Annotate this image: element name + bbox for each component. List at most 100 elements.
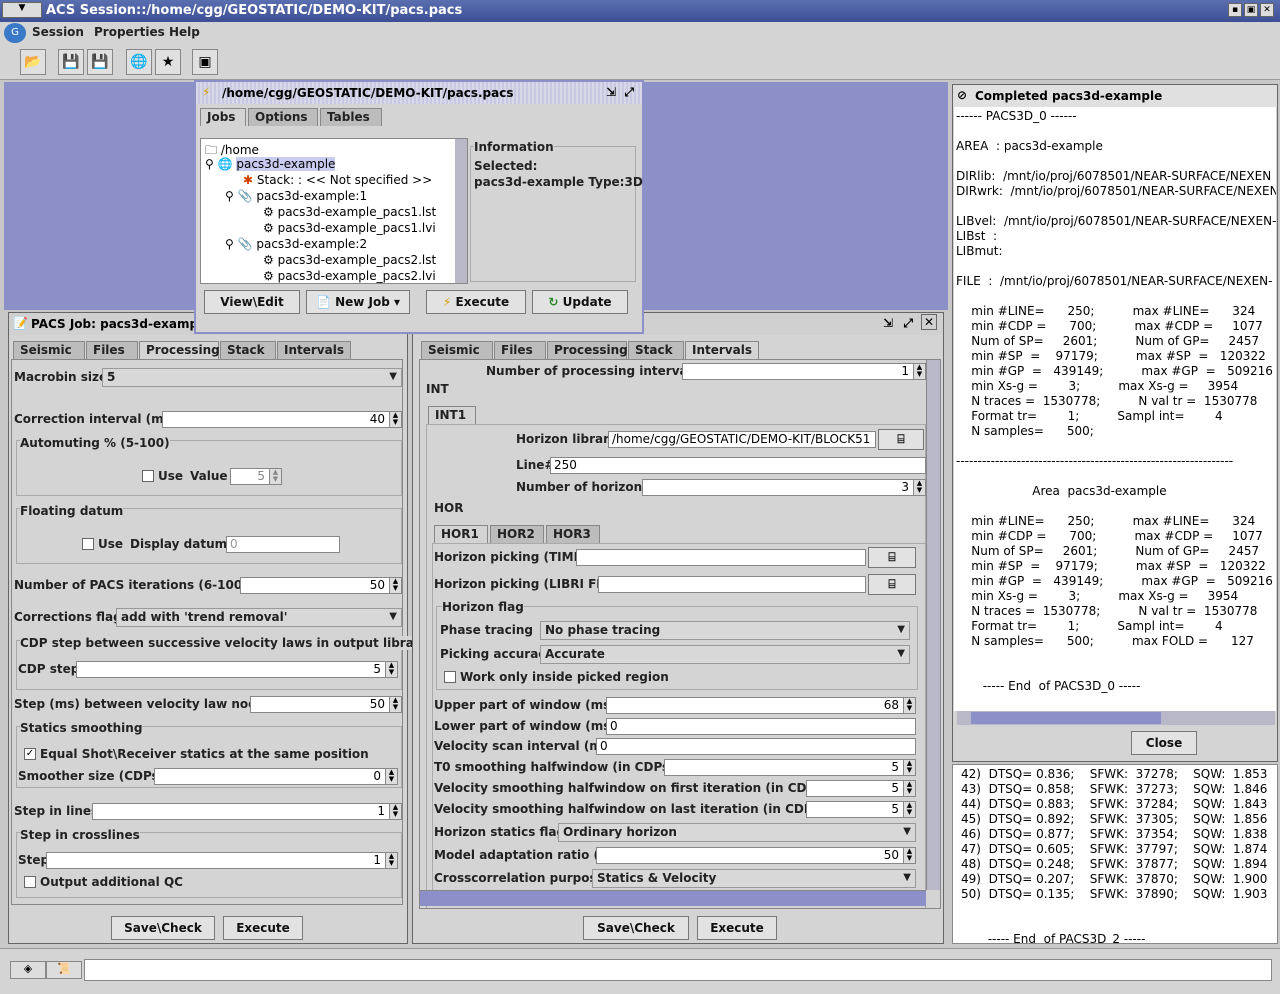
output-qc-checkbox[interactable] xyxy=(24,876,36,888)
model-adaptation-field[interactable]: 50 ▲ ▼ xyxy=(596,847,916,864)
tab-intervals-mid[interactable]: Intervals xyxy=(685,341,759,359)
command-input[interactable] xyxy=(84,959,1272,981)
browse-time-icon[interactable]: ⌸ xyxy=(868,547,916,568)
update-button[interactable]: ↻ Update xyxy=(532,290,628,314)
tab-hor1[interactable]: HOR1 xyxy=(434,525,488,543)
crosscorrelation-select[interactable]: Statics & Velocity ▼ xyxy=(592,869,916,888)
horizon-statics-select[interactable]: Ordinary horizon ▼ xyxy=(558,823,916,842)
step-lines-field[interactable]: 1 ▲ ▼ xyxy=(92,803,402,820)
menu-properties[interactable]: Properties xyxy=(94,25,165,39)
tab-jobs[interactable]: Jobs xyxy=(200,108,246,126)
smoother-size-field[interactable]: 0 ▲ ▼ xyxy=(154,768,398,785)
menu-help[interactable]: Help xyxy=(169,25,200,39)
close-button[interactable]: Close xyxy=(1131,731,1197,755)
vertical-scrollbar[interactable] xyxy=(926,360,940,890)
close-icon[interactable]: ✕ xyxy=(1260,3,1274,17)
tree-item-pacs3d-example[interactable]: ⚲ 🌐 pacs3d-example xyxy=(205,157,336,171)
datum-use-checkbox[interactable] xyxy=(82,538,94,550)
work-region-label: Work only inside picked region xyxy=(460,670,669,684)
lower-window-field[interactable]: 0 xyxy=(606,718,916,735)
tree-item-pacs2-lst[interactable]: ⚙ pacs3d-example_pacs2.lst xyxy=(263,253,436,267)
close-window-icon[interactable]: ✕ xyxy=(921,314,937,330)
horizon-library-field[interactable]: /home/cgg/GEOSTATIC/DEMO-KIT/BLOCK51 xyxy=(608,431,876,448)
correction-interval-field[interactable]: 40 ▲ ▼ xyxy=(162,411,402,428)
mid-save-check-button[interactable]: Save\Check xyxy=(583,916,689,940)
cdp-step-field[interactable]: 5 ▲ ▼ xyxy=(76,661,398,678)
report-hscroll[interactable] xyxy=(957,711,1275,725)
upper-window-field[interactable]: 68 ▲ ▼ xyxy=(606,697,916,714)
automute-value-field[interactable]: 5 ▲ ▼ xyxy=(230,468,282,485)
globe-icon[interactable]: 🌐 xyxy=(126,49,152,75)
tab-int1[interactable]: INT1 xyxy=(428,406,476,424)
velocity-scan-field[interactable]: 0 xyxy=(596,738,916,755)
iterations-field[interactable]: 50 ▲ ▼ xyxy=(240,577,402,594)
num-horizons-field[interactable]: 3 ▲ ▼ xyxy=(642,479,926,496)
tab-seismic[interactable]: Seismic xyxy=(13,341,85,359)
text-line: min #CDP = 700; max #CDP = 1077 xyxy=(956,319,1263,333)
browse-libri-icon[interactable]: ⌸ xyxy=(868,574,916,595)
dialog-restore-icon[interactable]: ⇲ xyxy=(606,85,616,99)
automute-use-checkbox[interactable] xyxy=(142,470,154,482)
star-icon[interactable]: ★ xyxy=(155,49,181,75)
tab-seismic-mid[interactable]: Seismic xyxy=(421,341,493,359)
tab-files-mid[interactable]: Files xyxy=(494,341,546,359)
line-field[interactable]: 250 xyxy=(550,457,926,474)
vel-first-field[interactable]: 5 ▲ ▼ xyxy=(806,780,916,797)
text-line: Area pacs3d-example xyxy=(956,484,1167,498)
picking-accuracy-select[interactable]: Accurate ▼ xyxy=(540,645,910,664)
save-icon[interactable]: 💾 xyxy=(58,49,84,75)
left-save-check-button[interactable]: Save\Check xyxy=(111,916,215,940)
tab-processing-mid[interactable]: Processing xyxy=(547,341,628,359)
status-diamond-icon[interactable]: ◈ xyxy=(10,961,46,979)
tree-scrollbar[interactable] xyxy=(455,139,467,283)
new-job-button[interactable]: 📄 New Job ▾ xyxy=(306,290,410,314)
tab-hor3[interactable]: HOR3 xyxy=(546,525,600,543)
menu-session[interactable]: Session xyxy=(32,25,84,39)
tree-item-pacs1-lst[interactable]: ⚙ pacs3d-example_pacs1.lst xyxy=(263,205,436,219)
tree-item-pacs1-lvi[interactable]: ⚙ pacs3d-example_pacs1.lvi xyxy=(263,221,436,235)
velocity-step-field[interactable]: 50 ▲ ▼ xyxy=(250,696,402,713)
tree-item-pacs2-lvi[interactable]: ⚙ pacs3d-example_pacs2.lvi xyxy=(263,269,436,283)
t0-smoothing-field[interactable]: 5 ▲ ▼ xyxy=(664,759,916,776)
vel-last-field[interactable]: 5 ▲ ▼ xyxy=(806,801,916,818)
maximize-icon[interactable]: ▣ xyxy=(1244,3,1258,17)
view-edit-button[interactable]: View\Edit xyxy=(204,290,300,314)
equal-statics-checkbox[interactable]: ✓ xyxy=(24,748,36,760)
tab-processing[interactable]: Processing xyxy=(139,341,220,359)
text-line: DIRwrk: /mnt/io/proj/6078501/NEAR-SURFAC… xyxy=(956,184,1276,198)
maximize-window-icon[interactable]: ⤢ xyxy=(903,316,913,331)
save-as-icon[interactable]: 💾 xyxy=(87,49,113,75)
run-icon[interactable]: ▣ xyxy=(192,49,218,75)
execute-job-button[interactable]: ⚡ Execute xyxy=(426,290,526,314)
tab-hor2[interactable]: HOR2 xyxy=(490,525,544,543)
tab-tables[interactable]: Tables xyxy=(320,108,382,126)
left-execute-button[interactable]: Execute xyxy=(223,916,303,940)
display-datum-field[interactable]: 0 xyxy=(226,536,340,553)
tree-item-job2[interactable]: ⚲ 📎 pacs3d-example:2 xyxy=(225,237,367,251)
status-notes-icon[interactable]: 📜 xyxy=(46,961,82,979)
tree-item-stack[interactable]: ✱ Stack: : << Not specified >> xyxy=(243,173,432,187)
mid-execute-button[interactable]: Execute xyxy=(697,916,777,940)
macrobin-select[interactable]: 5 ▼ xyxy=(102,368,402,387)
minimize-icon[interactable]: ▪ xyxy=(1228,3,1242,17)
window-menu-button[interactable]: ▼ xyxy=(2,2,42,18)
num-intervals-field[interactable]: 1 ▲ ▼ xyxy=(682,363,926,380)
tab-stack-mid[interactable]: Stack xyxy=(628,341,684,359)
tab-options[interactable]: Options xyxy=(248,108,318,126)
pick-time-field[interactable] xyxy=(576,549,866,566)
work-region-checkbox[interactable] xyxy=(444,671,456,683)
job-tree: 🗀 /home ⚲ 🌐 pacs3d-example ✱ Stack: : <<… xyxy=(200,138,468,284)
tab-stack[interactable]: Stack xyxy=(220,341,276,359)
restore-icon[interactable]: ⇲ xyxy=(883,316,893,330)
corrections-flag-select[interactable]: add with 'trend removal' ▼ xyxy=(116,608,402,627)
horizontal-scrollbar[interactable] xyxy=(420,890,926,906)
tree-item-job1[interactable]: ⚲ 📎 pacs3d-example:1 xyxy=(225,189,367,203)
phase-tracing-select[interactable]: No phase tracing ▼ xyxy=(540,621,910,640)
dialog-maximize-icon[interactable]: ⤢ xyxy=(624,85,634,100)
crossline-step-field[interactable]: 1 ▲ ▼ xyxy=(46,852,398,869)
open-folder-icon[interactable]: 📂 xyxy=(20,49,46,75)
tab-intervals[interactable]: Intervals xyxy=(277,341,351,359)
browse-library-icon[interactable]: ⌸ xyxy=(878,429,924,450)
pick-libri-field[interactable] xyxy=(598,576,866,593)
tab-files[interactable]: Files xyxy=(86,341,138,359)
